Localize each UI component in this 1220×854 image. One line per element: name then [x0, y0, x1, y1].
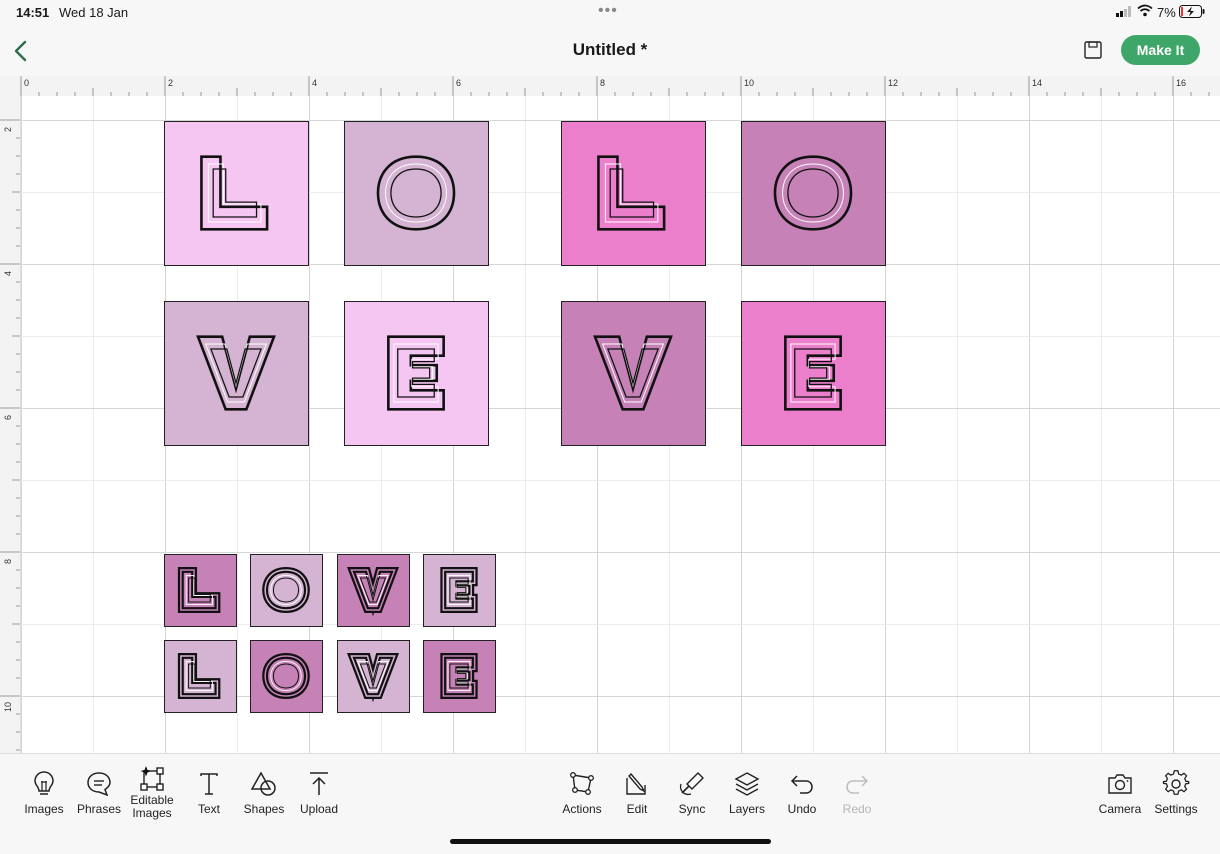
ruler-mark-12: 12 [888, 78, 899, 88]
lightbulb-icon [34, 771, 54, 795]
battery-charging-icon [1179, 5, 1205, 18]
wifi-icon [1137, 4, 1153, 17]
letter-tile-e[interactable] [423, 554, 496, 627]
letter-tile-o[interactable] [250, 554, 323, 627]
settings-label: Settings [1154, 802, 1198, 816]
editable-images-label: Editable Images [120, 794, 184, 820]
camera-tool[interactable]: Camera [1088, 770, 1152, 816]
actions-path-icon [570, 772, 594, 795]
tile-letter-shape [262, 653, 310, 699]
battery-percentage: 7% [1157, 5, 1176, 20]
redo-tool[interactable]: Redo [825, 770, 889, 816]
status-time: 14:51 [16, 5, 50, 20]
layers-stack-icon [734, 772, 760, 796]
top-bar: Untitled * Make It [0, 26, 1220, 76]
settings-tool[interactable]: Settings [1144, 770, 1208, 816]
home-indicator[interactable] [450, 839, 771, 844]
vertical-ruler: 2 4 6 8 10 [0, 96, 21, 753]
vertical-ruler-ticks [0, 119, 20, 751]
letter-tile-v[interactable] [337, 640, 410, 713]
ruler-mark-10: 10 [744, 78, 755, 88]
undo-arrow-icon [790, 775, 813, 794]
ruler-mark-8: 8 [600, 78, 606, 88]
tile-letter-shape [262, 567, 310, 613]
editable-images-label-line2: Images [132, 806, 172, 820]
letter-tile-e[interactable] [423, 640, 496, 713]
make-it-button[interactable]: Make It [1121, 35, 1200, 65]
tile-letter-shape [440, 653, 478, 699]
gear-icon [1162, 770, 1190, 795]
redo-label: Redo [842, 802, 872, 816]
ruler-mark-v6: 6 [3, 414, 13, 420]
camera-icon [1108, 774, 1132, 794]
ruler-mark-6: 6 [456, 78, 462, 88]
ruler-mark-v2: 2 [3, 126, 13, 132]
cellular-signal-icon [1116, 6, 1131, 17]
sync-dropper-icon [679, 772, 704, 796]
design-canvas-drawing[interactable] [21, 96, 1220, 753]
redo-arrow-icon [846, 775, 869, 794]
letter-tile-o[interactable] [250, 640, 323, 713]
tile-letter-shape [384, 332, 448, 414]
edit-pencil-icon [626, 772, 646, 795]
editable-images-icon [140, 766, 164, 791]
tile-letter-shape [440, 567, 478, 613]
editable-images-label-line1: Editable [130, 793, 174, 807]
ruler-mark-v10: 10 [3, 701, 13, 712]
tile-letter-shape [781, 332, 845, 414]
letter-tile-e[interactable] [741, 301, 886, 446]
text-t-icon [200, 773, 218, 795]
tile-letter-shape [771, 152, 855, 234]
tile-square [164, 554, 237, 627]
letter-tile-l[interactable] [164, 554, 237, 627]
ruler-mark-2: 2 [168, 78, 174, 88]
ruler-mark-14: 14 [1032, 78, 1043, 88]
letter-tile-o[interactable] [741, 121, 886, 266]
upload-arrow-icon [310, 772, 328, 795]
letter-tile-v[interactable] [337, 554, 410, 627]
letter-tile-l[interactable] [561, 121, 706, 266]
letter-tile-v[interactable] [561, 301, 706, 446]
status-bar: 14:51 Wed 18 Jan ••• 7% [0, 0, 1220, 26]
editable-images-tool[interactable]: Editable Images [120, 764, 184, 820]
tile-square [164, 640, 237, 713]
ruler-mark-v4: 4 [3, 270, 13, 276]
upload-label: Upload [299, 802, 339, 816]
letter-tile-l[interactable] [164, 640, 237, 713]
tile-square [561, 121, 706, 266]
camera-label: Camera [1098, 802, 1142, 816]
shapes-icon [250, 771, 276, 796]
multitasking-dots-icon[interactable]: ••• [598, 2, 618, 20]
letter-tile-v[interactable] [164, 301, 309, 446]
horizontal-ruler: 0 2 4 6 8 10 12 14 16 [0, 76, 1220, 97]
status-date: Wed 18 Jan [59, 5, 129, 20]
project-title: Untitled * [572, 40, 648, 59]
ruler-mark-4: 4 [312, 78, 318, 88]
tile-square [164, 121, 309, 266]
speech-bubble-icon [87, 772, 111, 797]
letter-tile-o[interactable] [344, 121, 489, 266]
save-icon[interactable] [1083, 40, 1103, 60]
design-canvas[interactable] [21, 96, 1220, 753]
tile-letter-shape [374, 152, 458, 234]
letter-tile-e[interactable] [344, 301, 489, 446]
letter-tile-l[interactable] [164, 121, 309, 266]
upload-tool[interactable]: Upload [287, 770, 351, 816]
ruler-mark-16: 16 [1176, 78, 1187, 88]
ruler-mark-v8: 8 [3, 558, 13, 564]
ruler-mark-0: 0 [24, 78, 30, 88]
